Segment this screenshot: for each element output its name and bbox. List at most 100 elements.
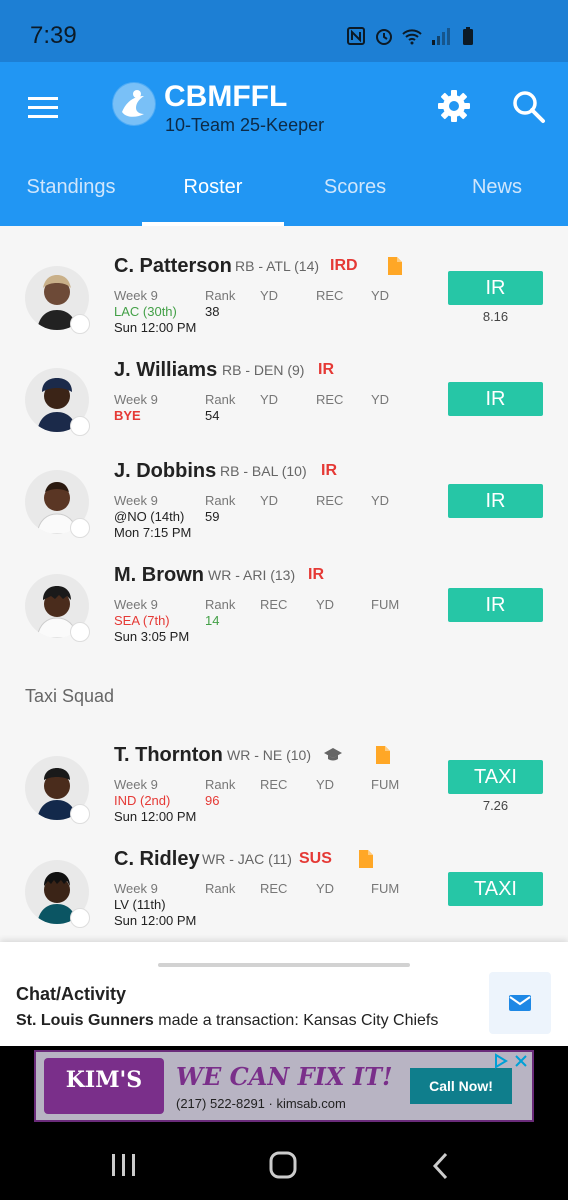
col-yd: YD xyxy=(260,392,279,407)
player-position: RB - ATL (14) xyxy=(235,258,320,274)
player-row[interactable]: T. Thornton WR - NE (10) Week 9 Rank REC… xyxy=(0,736,568,840)
col-fum: FUM xyxy=(371,777,400,792)
player-position: RB - DEN (9) xyxy=(222,362,305,378)
team-logo-icon xyxy=(70,622,90,642)
col-yd: YD xyxy=(260,288,279,303)
ad-phone: (217) 522-8291 xyxy=(176,1096,265,1111)
message-button[interactable] xyxy=(489,972,551,1034)
opponent: BYE xyxy=(114,408,141,423)
ir-button[interactable]: IR xyxy=(448,588,543,622)
week-label: Week 9 xyxy=(114,493,158,508)
suspension-status: SUS xyxy=(299,850,332,867)
tab-scores[interactable]: Scores xyxy=(284,162,426,226)
ir-button[interactable]: IR xyxy=(448,382,543,416)
col-yd: YD xyxy=(316,777,335,792)
player-name[interactable]: J. Dobbins xyxy=(114,460,216,483)
app-bar: CBMFFL 10-Team 25-Keeper Standings Roste… xyxy=(0,62,568,226)
ir-button[interactable]: IR xyxy=(448,484,543,518)
status-icons xyxy=(346,26,478,46)
col-rank: Rank xyxy=(205,288,236,303)
signal-icon xyxy=(432,28,450,45)
player-name[interactable]: T. Thornton xyxy=(114,744,223,767)
opponent: LAC (30th) xyxy=(114,304,177,319)
opponent: IND (2nd) xyxy=(114,793,171,808)
team-logo-icon xyxy=(70,804,90,824)
player-name[interactable]: C. Patterson xyxy=(114,255,232,278)
status-bar: 7:39 xyxy=(0,0,568,62)
app-subtitle: 10-Team 25-Keeper xyxy=(165,115,325,135)
home-icon[interactable] xyxy=(268,1150,298,1180)
col-fum: FUM xyxy=(371,597,400,612)
recent-apps-icon[interactable] xyxy=(110,1152,138,1178)
player-row[interactable]: J. Dobbins RB - BAL (10) IR Week 9 Rank … xyxy=(0,452,568,556)
tab-news[interactable]: News xyxy=(426,162,568,226)
col-yd: YD xyxy=(371,392,390,407)
ir-button[interactable]: IR xyxy=(448,271,543,305)
wifi-icon xyxy=(402,29,422,45)
ad-area: KIM'S WE CAN FIX IT! (217) 522-8291 · ki… xyxy=(0,1046,568,1130)
game-time: Mon 7:15 PM xyxy=(114,525,192,540)
week-label: Week 9 xyxy=(114,288,158,303)
roster-list[interactable]: C. Patterson RB - ATL (14) IRD Week 9 Ra… xyxy=(0,226,568,942)
taxi-button[interactable]: TAXI xyxy=(448,872,543,906)
taxi-button[interactable]: TAXI xyxy=(448,760,543,794)
team-logo-icon xyxy=(70,314,90,334)
player-position: RB - BAL (10) xyxy=(220,463,307,479)
ad-site: kimsab.com xyxy=(276,1096,346,1111)
player-name[interactable]: J. Williams xyxy=(114,359,217,382)
game-time: Sun 12:00 PM xyxy=(114,913,197,928)
player-name[interactable]: M. Brown xyxy=(114,564,204,587)
col-rec: REC xyxy=(316,288,344,303)
chat-message[interactable]: St. Louis Gunners made a transaction: Ka… xyxy=(16,1012,438,1030)
chat-activity-panel[interactable]: Chat/Activity St. Louis Gunners made a t… xyxy=(0,942,568,1046)
player-row[interactable]: J. Williams RB - DEN (9) IR Week 9 Rank … xyxy=(0,350,568,454)
note-icon[interactable] xyxy=(388,257,402,275)
nfc-icon xyxy=(347,27,365,45)
ad-contact: (217) 522-8291 · kimsab.com xyxy=(176,1096,346,1111)
rank-value: 96 xyxy=(205,793,220,808)
injury-status: IRD xyxy=(330,257,358,274)
drag-handle[interactable] xyxy=(158,963,410,967)
col-rec: REC xyxy=(260,881,288,896)
team-logo-icon xyxy=(70,518,90,538)
week-label: Week 9 xyxy=(114,392,158,407)
player-row[interactable]: C. Patterson RB - ATL (14) IRD Week 9 Ra… xyxy=(0,246,568,350)
rank-value: 14 xyxy=(205,613,220,628)
opponent: LV (11th) xyxy=(114,897,166,912)
col-rank: Rank xyxy=(205,597,236,612)
note-icon[interactable] xyxy=(376,746,390,764)
opponent: SEA (7th) xyxy=(114,613,170,628)
settings-gear-icon[interactable] xyxy=(436,88,472,124)
rank-value: 38 xyxy=(205,304,220,319)
rookie-cap-icon xyxy=(324,748,342,761)
col-yd: YD xyxy=(260,493,279,508)
player-row[interactable]: M. Brown WR - ARI (13) IR Week 9 Rank RE… xyxy=(0,556,568,660)
player-row[interactable]: C. Ridley WR - JAC (11) SUS Week 9 Rank … xyxy=(0,840,568,942)
back-icon[interactable] xyxy=(430,1152,452,1180)
col-yd: YD xyxy=(371,493,390,508)
menu-icon[interactable] xyxy=(28,95,60,121)
note-icon[interactable] xyxy=(359,850,373,868)
team-logo-icon xyxy=(70,416,90,436)
week-label: Week 9 xyxy=(114,881,158,896)
tab-roster[interactable]: Roster xyxy=(142,162,284,226)
ad-call-button[interactable]: Call Now! xyxy=(410,1068,512,1104)
col-rec: REC xyxy=(260,597,288,612)
chat-title: Chat/Activity xyxy=(16,984,127,1004)
col-rec: REC xyxy=(316,493,344,508)
col-rec: REC xyxy=(260,777,288,792)
team-logo-icon xyxy=(70,908,90,928)
injury-status: IR xyxy=(308,566,324,583)
col-rank: Rank xyxy=(205,392,236,407)
game-time: Sun 12:00 PM xyxy=(114,809,197,824)
ad-banner[interactable]: KIM'S WE CAN FIX IT! (217) 522-8291 · ki… xyxy=(34,1050,534,1122)
player-name[interactable]: C. Ridley xyxy=(114,848,200,871)
taxi-squad-header: Taxi Squad xyxy=(25,686,115,706)
ad-choices-icon[interactable] xyxy=(492,1052,532,1070)
chat-actor: St. Louis Gunners xyxy=(16,1012,154,1029)
col-fum: FUM xyxy=(371,881,400,896)
search-icon[interactable] xyxy=(512,90,546,124)
chat-text: made a transaction: Kansas City Chiefs xyxy=(153,1012,439,1029)
alarm-icon xyxy=(376,29,392,45)
tab-standings[interactable]: Standings xyxy=(0,162,142,226)
